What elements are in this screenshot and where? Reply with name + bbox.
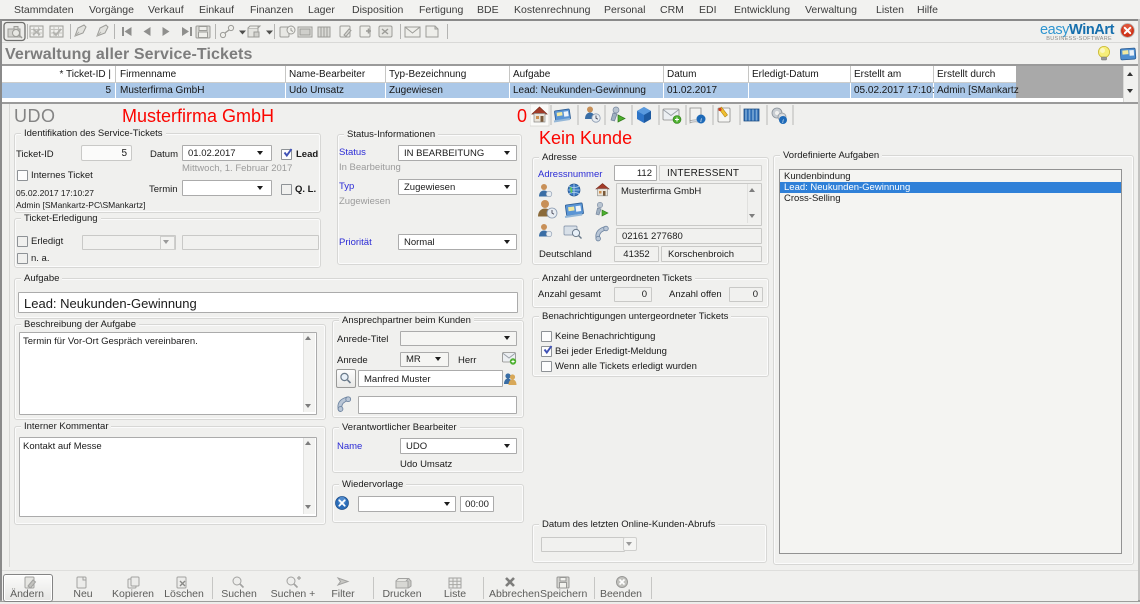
- svg-text:i: i: [700, 117, 702, 124]
